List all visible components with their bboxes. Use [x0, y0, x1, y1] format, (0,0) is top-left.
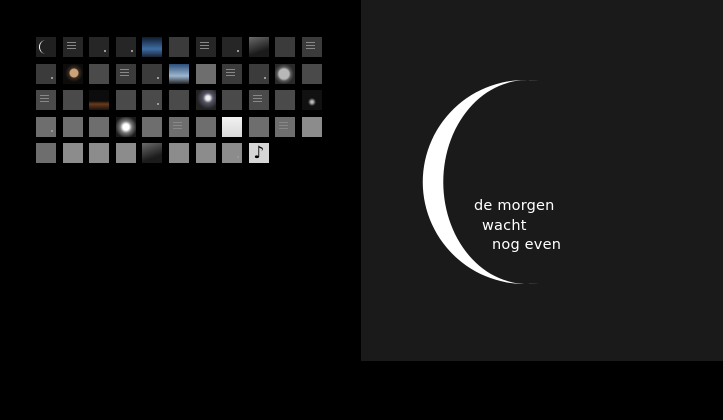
thumbnail-18[interactable] [195, 63, 216, 84]
thumbnail-37[interactable] [115, 116, 136, 137]
thumbnail-40[interactable] [195, 116, 216, 137]
poem-line-3: nog even [492, 237, 562, 253]
thumbnail-49[interactable] [142, 143, 163, 164]
thumbnail-14[interactable] [89, 63, 110, 84]
thumbnail-19[interactable] [222, 63, 243, 84]
thumbnail-20[interactable] [248, 63, 269, 84]
thumbnail-25[interactable] [89, 90, 110, 111]
thumbnail-29[interactable] [195, 90, 216, 111]
thumbnail-8[interactable] [222, 37, 243, 57]
thumbnail-9[interactable] [248, 37, 269, 57]
thumbnail-47[interactable] [89, 143, 110, 164]
thumbnail-23[interactable] [36, 90, 56, 111]
thumbnail-16[interactable] [142, 63, 163, 84]
thumbnail-1[interactable] [36, 37, 56, 57]
thumbnail-50[interactable] [168, 143, 189, 164]
thumbnail-32[interactable] [275, 90, 296, 111]
thumbnail-51[interactable] [195, 143, 216, 164]
thumbnail-26[interactable] [115, 90, 136, 111]
thumbnail-43[interactable] [275, 116, 296, 137]
thumbnail-42[interactable] [248, 116, 269, 137]
thumbnail-45[interactable] [36, 143, 56, 164]
thumbnail-6[interactable] [168, 37, 189, 57]
thumbnail-12[interactable] [36, 63, 56, 84]
thumbnail-52[interactable] [222, 143, 243, 164]
thumbnail-44[interactable] [301, 116, 322, 137]
thumbnail-15[interactable] [115, 63, 136, 84]
thumbnail-31[interactable] [248, 90, 269, 111]
thumbnail-28[interactable] [168, 90, 189, 111]
thumbnail-2[interactable] [62, 37, 83, 57]
thumbnail-11[interactable] [301, 37, 322, 57]
crescent-moon-illustration [422, 79, 539, 284]
thumbnail-10[interactable] [275, 37, 296, 57]
thumbnail-33[interactable] [301, 90, 322, 111]
music-note-thumbnail[interactable]: ♪ [248, 143, 269, 164]
thumbnail-3[interactable] [89, 37, 110, 57]
thumbnail-38[interactable] [142, 116, 163, 137]
thumbnail-36[interactable] [89, 116, 110, 137]
poem-viewer: de morgen wacht nog even [361, 0, 723, 361]
thumbnail-35[interactable] [62, 116, 83, 137]
thumbnail-4[interactable] [115, 37, 136, 57]
thumbnail-48[interactable] [115, 143, 136, 164]
thumbnail-34[interactable] [36, 116, 56, 137]
thumbnail-22[interactable] [301, 63, 322, 84]
thumbnail-7[interactable] [195, 37, 216, 57]
thumbnail-5[interactable] [142, 37, 163, 57]
thumbnail-21[interactable] [275, 63, 296, 84]
poem-line-2: wacht [482, 218, 527, 234]
thumbnail-24[interactable] [62, 90, 83, 111]
thumbnail-27[interactable] [142, 90, 163, 111]
thumbnail-41[interactable] [222, 116, 243, 137]
crescent-moon-icon [39, 40, 46, 54]
thumbnail-13[interactable] [62, 63, 83, 84]
thumbnail-46[interactable] [62, 143, 83, 164]
poem-line-1: de morgen [474, 198, 555, 214]
music-note-icon: ♪ [253, 143, 265, 164]
thumbnail-30[interactable] [222, 90, 243, 111]
thumbnail-17[interactable] [168, 63, 189, 84]
thumbnail-grid: ♪ [36, 37, 322, 164]
app-stage: ♪ de morgen wacht nog even [0, 0, 723, 420]
thumbnail-39[interactable] [168, 116, 189, 137]
